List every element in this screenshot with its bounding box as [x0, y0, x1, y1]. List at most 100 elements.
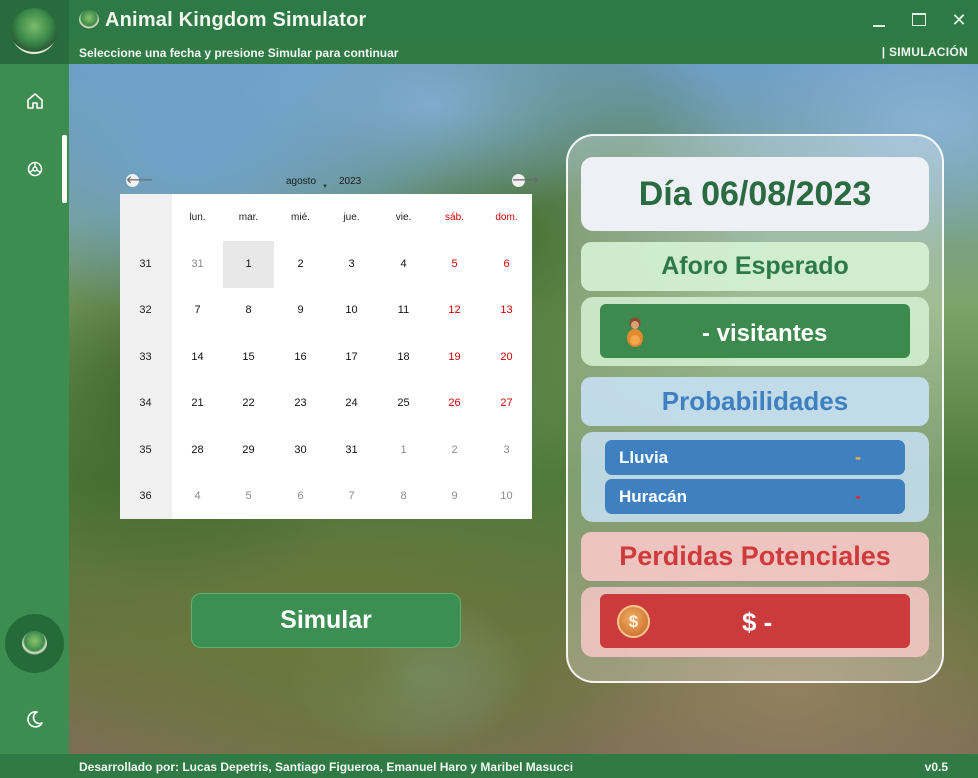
year-selector[interactable]: 2023	[339, 176, 361, 187]
hurricane-label: Huracán	[619, 487, 688, 506]
prev-month-button[interactable]: 🡐	[126, 174, 153, 187]
active-indicator	[62, 135, 67, 203]
calendar-day[interactable]: 1	[223, 241, 274, 288]
calendar-day[interactable]: 7	[172, 287, 223, 334]
calendar-day[interactable]: 9	[429, 473, 480, 520]
home-icon	[27, 93, 43, 109]
calendar-day[interactable]: 31	[172, 241, 223, 288]
rain-value: -	[855, 447, 861, 467]
status-bar: Seleccione una fecha y presione Simular …	[69, 41, 978, 64]
calendar-day[interactable]: 21	[172, 380, 223, 427]
maximize-button[interactable]	[906, 8, 932, 32]
month-selector[interactable]: agosto ▼	[286, 176, 328, 190]
calendar-day[interactable]: 11	[378, 287, 429, 334]
visitor-icon	[627, 317, 643, 347]
calendar-day[interactable]: 27	[481, 380, 532, 427]
calendar-day[interactable]: 23	[275, 380, 326, 427]
calendar-day[interactable]: 13	[481, 287, 532, 334]
calendar-day[interactable]: 25	[378, 380, 429, 427]
calendar-day[interactable]: 31	[326, 427, 377, 474]
calendar-day[interactable]: 2	[429, 427, 480, 474]
coin-icon: $	[617, 605, 650, 638]
calendar-day[interactable]: 16	[275, 334, 326, 381]
potential-losses-title: Perdidas Potenciales	[581, 532, 929, 581]
probability-hurricane[interactable]: Huracán -	[605, 479, 905, 514]
calendar-day[interactable]: 19	[429, 334, 480, 381]
instruction-text: Seleccione una fecha y presione Simular …	[79, 46, 399, 60]
calendar-day[interactable]: 6	[275, 473, 326, 520]
week-number: 31	[139, 258, 152, 271]
close-icon: ✕	[951, 10, 967, 30]
calendar-day[interactable]: 8	[378, 473, 429, 520]
calendar-day[interactable]: 28	[172, 427, 223, 474]
calendar-day[interactable]: 18	[378, 334, 429, 381]
selected-date-label: Día 06/08/2023	[581, 157, 929, 231]
credits-text: Desarrollado por: Lucas Depetris, Santia…	[79, 760, 574, 774]
calendar-day[interactable]: 3	[326, 241, 377, 288]
avatar[interactable]	[5, 614, 64, 673]
app-title: Animal Kingdom Simulator	[105, 9, 367, 31]
calendar-day[interactable]: 12	[429, 287, 480, 334]
calendar-day[interactable]: 6	[481, 241, 532, 288]
calendar-day[interactable]: 1	[378, 427, 429, 474]
version-label: v0.5	[924, 760, 948, 774]
mode-label: | SIMULACIÓN	[881, 45, 968, 59]
calendar-day[interactable]: 7	[326, 473, 377, 520]
rain-label: Lluvia	[619, 448, 669, 467]
probability-rain[interactable]: Lluvia -	[605, 440, 905, 475]
minimize-button[interactable]	[866, 8, 892, 32]
sidebar-item-simulation[interactable]	[22, 156, 48, 182]
moon-icon	[27, 711, 43, 728]
next-month-button[interactable]: 🡒	[512, 174, 539, 187]
weekday-header: lun.	[189, 211, 206, 223]
calendar-day[interactable]: 20	[481, 334, 532, 381]
month-label: agosto	[286, 176, 317, 187]
week-number: 32	[139, 304, 152, 317]
calendar-day[interactable]: 29	[223, 427, 274, 474]
weekday-header: mar.	[238, 211, 259, 223]
calendar-day[interactable]: 2	[275, 241, 326, 288]
weekday-header: mié.	[291, 211, 310, 223]
tree-of-life-logo	[11, 8, 57, 54]
calendar-day[interactable]: 3	[481, 427, 532, 474]
calendar-day[interactable]: 10	[326, 287, 377, 334]
simulate-button[interactable]: Simular	[191, 593, 461, 648]
calendar-day[interactable]: 8	[223, 287, 274, 334]
calendar-day[interactable]: 9	[275, 287, 326, 334]
close-button[interactable]: ✕	[946, 8, 972, 32]
week-number: 35	[139, 444, 152, 457]
arrow-right-icon: 🡒	[512, 175, 539, 186]
calendar-day[interactable]: 22	[223, 380, 274, 427]
calendar-day[interactable]: 17	[326, 334, 377, 381]
weekday-header: sáb.	[445, 211, 464, 223]
maximize-icon	[912, 13, 926, 26]
calendar-day[interactable]: 26	[429, 380, 480, 427]
visitors-value: - visitantes	[702, 320, 828, 347]
weekday-header: jue.	[343, 211, 360, 223]
calendar-day[interactable]: 5	[429, 241, 480, 288]
calendar-day[interactable]: 5	[223, 473, 274, 520]
calendar-day[interactable]: 30	[275, 427, 326, 474]
hurricane-value: -	[855, 486, 861, 506]
app-icon	[79, 10, 99, 30]
minimize-icon	[873, 25, 885, 27]
calendar-day[interactable]: 14	[172, 334, 223, 381]
theme-toggle[interactable]	[22, 706, 48, 732]
settings-icon	[27, 161, 43, 177]
week-number: 34	[139, 397, 152, 410]
calendar-day[interactable]: 4	[172, 473, 223, 520]
sidebar	[0, 64, 69, 754]
weekday-header: vie.	[395, 211, 412, 223]
weekday-header: dom.	[495, 211, 518, 223]
title-bar: Animal Kingdom Simulator ✕	[0, 0, 978, 41]
sidebar-item-home[interactable]	[22, 88, 48, 114]
calendar-day[interactable]: 15	[223, 334, 274, 381]
calendar-grid: lun. mar. mié. jue. vie. sáb. dom. 31 31 1 2 3 4 5 6 32…	[120, 194, 532, 519]
arrow-left-icon: 🡐	[126, 175, 153, 186]
calendar-day[interactable]: 4	[378, 241, 429, 288]
week-number: 36	[139, 490, 152, 503]
calendar-header: 🡐 agosto ▼ 2023 🡒	[120, 171, 539, 193]
calendar-day[interactable]: 24	[326, 380, 377, 427]
calendar-day[interactable]: 10	[481, 473, 532, 520]
caret-down-icon: ▼	[322, 184, 328, 190]
